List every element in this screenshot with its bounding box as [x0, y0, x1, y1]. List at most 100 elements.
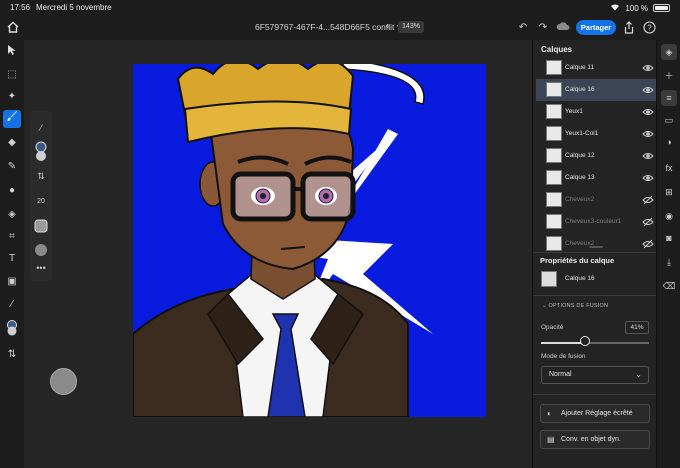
battery-icon — [653, 4, 670, 12]
transform-tool-icon[interactable]: ⬚ — [3, 66, 21, 84]
swap-colors-icon[interactable]: ⇅ — [3, 346, 21, 364]
healing-icon[interactable]: ● — [3, 182, 21, 200]
layer-thumbnail — [546, 104, 562, 119]
adjustments-icon[interactable]: ◑ — [661, 134, 677, 150]
opacity-slider[interactable] — [541, 342, 649, 344]
convert-smart-object-button[interactable]: ▤ Conv. en objet dyn. — [540, 430, 650, 449]
add-clipped-adjustment-label: Ajouter Réglage écrêté — [561, 410, 633, 417]
swap-icon[interactable]: ⇅ — [33, 171, 49, 182]
clip-icon[interactable]: ⤓ — [661, 254, 677, 270]
cloud-icon[interactable] — [556, 21, 570, 35]
layer-thumbnail — [546, 214, 562, 229]
opacity-input[interactable]: 41% — [625, 321, 649, 334]
layer-row[interactable]: Yeux1-Col1 — [536, 123, 656, 145]
fusion-options-header[interactable]: ⌄ OPTIONS DE FUSION — [542, 303, 608, 309]
layer-thumbnail — [546, 60, 562, 75]
divider — [533, 394, 657, 395]
image-icon[interactable]: ▣ — [3, 273, 21, 291]
layer-row[interactable]: Calque 13 — [536, 167, 656, 189]
panel-drag-handle[interactable] — [589, 246, 603, 248]
blend-mode-select[interactable]: Normal ⌄ — [541, 366, 649, 384]
layer-name: Calque 16 — [565, 86, 595, 93]
home-icon[interactable] — [6, 20, 20, 34]
eye-off-icon[interactable] — [642, 238, 654, 250]
mask-icon[interactable]: ◙ — [661, 230, 677, 246]
layer-row[interactable]: Calque 11 — [536, 57, 656, 79]
eye-off-icon[interactable] — [642, 216, 654, 228]
layer-name: Cheveux2 — [565, 196, 595, 203]
eraser-icon[interactable]: ⌫ — [661, 278, 677, 294]
brush-preview-icon[interactable] — [33, 219, 49, 235]
artwork-canvas[interactable] — [133, 64, 486, 417]
eyedropper-icon[interactable]: ⁄ — [33, 123, 49, 133]
layer-name: Calque 12 — [565, 152, 595, 159]
more-icon[interactable]: ••• — [33, 263, 49, 273]
status-right: 100 % — [610, 3, 670, 13]
redo-icon[interactable]: ↷ — [536, 21, 550, 35]
group-icon[interactable]: ⊞ — [661, 184, 677, 200]
help-icon[interactable]: ? — [642, 21, 656, 35]
eye-icon[interactable] — [642, 128, 654, 140]
share-button[interactable]: Partager — [576, 20, 616, 35]
layer-thumbnail — [546, 170, 562, 185]
move-tool-icon[interactable] — [3, 44, 21, 62]
layer-thumbnail — [546, 82, 562, 97]
properties-icon[interactable]: ≡ — [661, 90, 677, 106]
paint-bucket-icon[interactable]: ◈ — [3, 206, 21, 224]
touch-shortcut-button[interactable] — [50, 368, 77, 395]
text-tool-icon[interactable]: T — [3, 250, 21, 268]
opacity-label: Opacité — [541, 324, 564, 331]
brush-tool-icon[interactable] — [3, 110, 21, 128]
magic-wand-icon[interactable]: ✦ — [3, 88, 21, 106]
left-toolbar: ⬚ ✦ ◆ ✎ ● ◈ ⌗ T ▣ ⁄ ⇅ — [0, 40, 24, 468]
chevron-down-icon: ⌄ — [635, 370, 642, 379]
eye-off-icon[interactable] — [642, 194, 654, 206]
divider — [533, 295, 657, 296]
brush-options-panel: ⁄ ⇅ 20 ••• — [30, 111, 52, 281]
right-toolbar: ◈ ＋ ≡ ▭ ◑ fx ⊞ ◉ ◙ ⤓ ⌫ — [656, 40, 680, 468]
layer-name: Yeux1 — [565, 108, 583, 115]
document-title[interactable]: 6F579767-467F-4...548D66F5 conflit * — [255, 22, 400, 32]
eye-icon[interactable] — [642, 62, 654, 74]
fx-icon[interactable]: fx — [661, 160, 677, 176]
adjustment-icon: ◐ — [547, 409, 552, 418]
divider — [533, 252, 657, 253]
blend-mode-value: Normal — [549, 371, 572, 378]
opacity-slider-knob[interactable] — [580, 336, 591, 346]
layer-row[interactable]: Cheveux3-couleur1 — [536, 211, 656, 233]
eye-icon[interactable] — [642, 84, 654, 96]
layer-name: Calque 11 — [565, 64, 595, 71]
properties-layer-name: Calque 16 — [565, 275, 595, 282]
eyedropper-icon[interactable]: ⁄ — [3, 296, 21, 314]
layer-row[interactable]: Yeux1 — [536, 101, 656, 123]
undo-icon[interactable]: ↶ — [516, 21, 530, 35]
color-swatch-icon[interactable] — [3, 320, 21, 338]
opacity-preview-icon[interactable] — [33, 243, 49, 259]
chevron-down-icon[interactable]: ⌄ — [384, 21, 391, 30]
layers-title: Calques — [541, 45, 573, 54]
visibility-icon[interactable]: ◉ — [661, 208, 677, 224]
brush-size-value[interactable]: 20 — [33, 198, 49, 205]
eye-icon[interactable] — [642, 150, 654, 162]
crop-icon[interactable]: ⌗ — [3, 228, 21, 246]
brush-color-icon[interactable] — [33, 141, 49, 165]
eye-icon[interactable] — [642, 106, 654, 118]
layer-row[interactable]: Cheveux2 — [536, 189, 656, 211]
layers-icon[interactable]: ◈ — [661, 44, 677, 60]
smart-object-icon: ▤ — [547, 435, 555, 444]
export-icon[interactable] — [622, 21, 636, 35]
add-clipped-adjustment-button[interactable]: ◐ Ajouter Réglage écrêté — [540, 404, 650, 423]
history-group: ↶ ↷ — [516, 21, 570, 35]
add-layer-icon[interactable]: ＋ — [661, 68, 677, 84]
svg-text:?: ? — [647, 23, 652, 32]
eye-icon[interactable] — [642, 172, 654, 184]
layer-row[interactable]: Calque 12 — [536, 145, 656, 167]
layer-row[interactable]: Calque 16 — [536, 79, 656, 101]
fill-tool-icon[interactable]: ✎ — [3, 158, 21, 176]
battery-percent: 100 % — [625, 3, 648, 13]
zoom-level[interactable]: 143% — [398, 21, 424, 33]
top-bar: 6F579767-467F-4...548D66F5 conflit * ⌄ 1… — [0, 16, 680, 40]
status-bar: 17:56 Mercredi 5 novembre 100 % — [0, 0, 680, 16]
eraser-icon[interactable]: ◆ — [3, 134, 21, 152]
comments-icon[interactable]: ▭ — [661, 112, 677, 128]
